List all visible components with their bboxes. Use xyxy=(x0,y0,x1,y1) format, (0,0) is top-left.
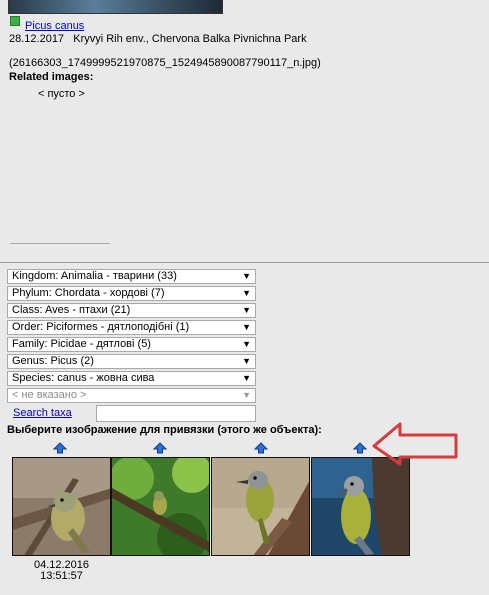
link-up-arrow-icon[interactable] xyxy=(254,442,268,454)
link-up-arrow-icon[interactable] xyxy=(153,442,167,454)
dropdown-arrow-icon: ▼ xyxy=(242,271,251,281)
genus-select-value: Genus: Picus (2) xyxy=(12,355,94,367)
species-link[interactable]: Picus canus xyxy=(25,20,84,32)
dropdown-arrow-icon: ▼ xyxy=(242,390,251,400)
search-taxa-input[interactable] xyxy=(96,405,256,422)
link-up-arrow-icon[interactable] xyxy=(353,442,367,454)
dropdown-arrow-icon: ▼ xyxy=(242,288,251,298)
genus-select[interactable]: Genus: Picus (2) ▼ xyxy=(7,354,256,369)
section-divider xyxy=(0,262,489,263)
bird-photo-thumbnail[interactable] xyxy=(311,457,410,556)
subspecies-select[interactable]: < не вказано > ▼ xyxy=(7,388,256,403)
link-up-arrow-icon[interactable] xyxy=(53,442,67,454)
kingdom-select-value: Kingdom: Animalia - тварини (33) xyxy=(12,270,177,282)
subspecies-select-value: < не вказано > xyxy=(12,389,87,401)
record-location: Kryvyi Rih env., Chervona Balka Pivnichn… xyxy=(73,33,307,45)
annotation-arrow-icon xyxy=(372,422,458,466)
bird-photo-thumbnail[interactable] xyxy=(111,457,210,556)
dropdown-arrow-icon: ▼ xyxy=(242,322,251,332)
class-select[interactable]: Class: Aves - птахи (21) ▼ xyxy=(7,303,256,318)
status-square-icon xyxy=(10,16,20,26)
current-image-strip[interactable] xyxy=(8,0,223,14)
class-select-value: Class: Aves - птахи (21) xyxy=(12,304,131,316)
bird-photo-thumbnail[interactable] xyxy=(211,457,310,556)
record-date-location: 28.12.2017 Kryvyi Rih env., Chervona Bal… xyxy=(9,33,307,45)
record-date: 28.12.2017 xyxy=(9,33,65,45)
related-images-label: Related images: xyxy=(9,71,94,83)
dropdown-arrow-icon: ▼ xyxy=(242,356,251,366)
kingdom-select[interactable]: Kingdom: Animalia - тварини (33) ▼ xyxy=(7,269,256,284)
order-select[interactable]: Order: Piciformes - дятлоподібні (1) ▼ xyxy=(7,320,256,335)
dropdown-arrow-icon: ▼ xyxy=(242,305,251,315)
search-taxa-link[interactable]: Search taxa xyxy=(13,407,72,419)
family-select-value: Family: Picidae - дятлові (5) xyxy=(12,338,151,350)
file-name: (26166303_1749999521970875_1524945890087… xyxy=(9,57,321,69)
bird-photo-thumbnail[interactable] xyxy=(12,457,111,556)
family-select[interactable]: Family: Picidae - дятлові (5) ▼ xyxy=(7,337,256,352)
phylum-select-value: Phylum: Chordata - хордові (7) xyxy=(12,287,165,299)
order-select-value: Order: Piciformes - дятлоподібні (1) xyxy=(12,321,190,333)
short-divider xyxy=(10,243,110,244)
related-empty-note: < пусто > xyxy=(38,88,85,100)
dropdown-arrow-icon: ▼ xyxy=(242,339,251,349)
thumbnail-time: 13:51:57 xyxy=(40,570,83,582)
phylum-select[interactable]: Phylum: Chordata - хордові (7) ▼ xyxy=(7,286,256,301)
dropdown-arrow-icon: ▼ xyxy=(242,373,251,383)
species-select-value: Species: canus - жовна сива xyxy=(12,372,155,384)
species-select[interactable]: Species: canus - жовна сива ▼ xyxy=(7,371,256,386)
choose-image-label: Выберите изображение для привязки (этого… xyxy=(7,424,322,436)
